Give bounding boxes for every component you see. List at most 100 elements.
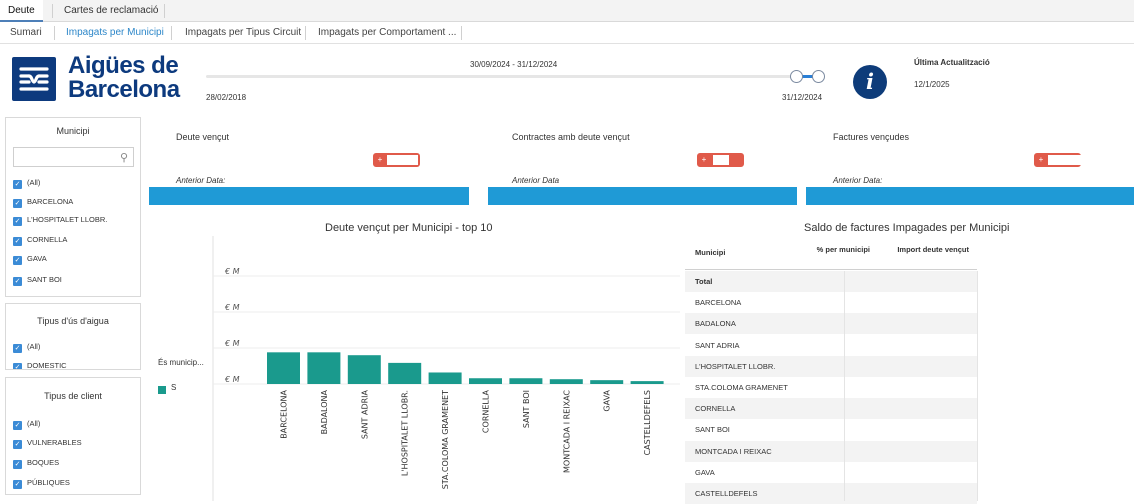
table-total-row[interactable]: Total — [685, 271, 977, 292]
x-tick-label: BARCELONA — [280, 389, 289, 438]
tab-divider — [171, 26, 172, 40]
bar[interactable] — [590, 380, 624, 384]
checkbox-checked-icon[interactable]: ✓ — [13, 199, 22, 208]
kpi-label-deute: Deute vençut — [176, 132, 230, 142]
checkbox-checked-icon[interactable]: ✓ — [13, 217, 22, 226]
info-icon[interactable]: i — [853, 65, 887, 99]
bar[interactable] — [509, 378, 543, 384]
x-tick-label: SANT ADRIA — [360, 389, 369, 439]
logo-line1: Aigües de — [68, 52, 179, 79]
checkbox-checked-icon[interactable]: ✓ — [13, 480, 22, 489]
filter-title: Tipus d'ús d'aigua — [37, 316, 109, 326]
bar[interactable] — [267, 352, 300, 384]
table-row[interactable]: STA.COLOMA GRAMENET — [685, 377, 977, 398]
x-tick-label: SANT BOI — [522, 390, 531, 428]
checkbox-checked-icon[interactable]: ✓ — [13, 277, 22, 286]
x-tick-label: STA.COLOMA GRAMENET — [441, 390, 450, 489]
bar[interactable] — [347, 355, 381, 384]
table-row[interactable]: SANT BOI — [685, 419, 977, 440]
filter-option[interactable]: ✓ VULNERABLES — [13, 436, 82, 450]
filter-panel-tipus-client: Tipus de client ✓ (All) ✓ VULNERABLES ✓ BOQ… — [5, 377, 141, 495]
tab-impagats-comportament[interactable]: Impagats per Comportament ... — [318, 22, 456, 44]
chart-title: Deute vençut per Municipi - top 10 — [325, 222, 493, 234]
table-row[interactable]: GAVA — [685, 462, 977, 483]
tab-cartes-reclamacio[interactable]: Cartes de reclamació — [56, 0, 166, 22]
x-tick-label: CASTELLDEFELS — [643, 390, 652, 455]
filter-option[interactable]: ✓ SANT BOI — [13, 273, 62, 287]
checkbox-checked-icon[interactable]: ✓ — [13, 256, 22, 265]
kpi-expand-button[interactable]: + — [1034, 153, 1081, 167]
bar[interactable] — [469, 378, 502, 384]
checkbox-checked-icon[interactable]: ✓ — [13, 237, 22, 246]
tab-sumari[interactable]: Sumari — [10, 22, 42, 44]
tab-deute[interactable]: Deute — [0, 0, 43, 22]
tab-impagats-tipus-circuit[interactable]: Impagats per Tipus Circuit — [185, 22, 301, 44]
filter-option[interactable]: ✓ BARCELONA — [13, 195, 73, 209]
kpi-expand-button[interactable]: + — [373, 153, 420, 167]
tab-divider — [54, 26, 55, 40]
tab-divider — [164, 4, 165, 18]
filter-panel-municipi: Municipi ⚲ ✓ (All) ✓ BARCELONA ✓ L'HOSPITAL… — [5, 117, 141, 297]
slider-end-handle[interactable] — [812, 70, 825, 83]
checkbox-checked-icon[interactable]: ✓ — [13, 460, 22, 469]
kpi-label-factures: Factures vençudes — [833, 132, 910, 142]
table-row[interactable]: BADALONA — [685, 313, 977, 335]
table-title: Saldo de factures Impagades per Municipi — [804, 222, 1010, 234]
table-row[interactable]: SANT ADRIA — [685, 335, 977, 356]
table-cell-municipi: STA.COLOMA GRAMENET — [695, 383, 788, 392]
bar[interactable] — [388, 362, 422, 384]
checkbox-checked-icon[interactable]: ✓ — [13, 180, 22, 189]
filter-option[interactable]: ✓ (All) — [13, 176, 40, 190]
slider-max-date: 31/12/2024 — [782, 93, 823, 102]
filter-option[interactable]: ✓ (All) — [13, 340, 40, 354]
filter-option[interactable]: ✓ (All) — [13, 417, 40, 431]
logo-text: Aigües de Barcelona — [68, 54, 180, 102]
table-row[interactable]: CORNELLA — [685, 398, 977, 420]
filter-title: Tipus de client — [44, 391, 102, 401]
table-cell-municipi: CORNELLA — [695, 404, 736, 414]
plus-icon: + — [701, 155, 707, 164]
last-update-value: 12/1/2025 — [914, 80, 950, 89]
top-tab-bar: Deute Cartes de reclamació — [0, 0, 1134, 22]
previous-date-label: Anterior Data: — [833, 176, 883, 185]
table-header-percent[interactable]: % per municipi — [816, 245, 870, 254]
previous-date-label: Anterior Data: — [176, 176, 226, 185]
bar[interactable] — [549, 379, 583, 384]
filter-option[interactable]: ✓ BOQUES — [13, 456, 59, 470]
y-tick-label: € M — [224, 375, 240, 384]
table-cell-municipi: Total — [695, 277, 713, 286]
previous-date-label: Anterior Data — [512, 176, 560, 185]
filter-option[interactable]: ✓ L'HOSPITALET LLOBR. — [13, 213, 107, 227]
sub-tab-bar: Sumari Impagats per Municipi Impagats pe… — [0, 22, 1134, 44]
kpi-bar-deute — [149, 187, 469, 205]
table-header-divider — [685, 269, 977, 270]
slider-start-handle[interactable] — [790, 70, 803, 83]
kpi-bar-contractes — [488, 187, 797, 205]
plus-icon: + — [1038, 155, 1044, 164]
checkbox-checked-icon[interactable]: ✓ — [13, 421, 22, 430]
filter-option[interactable]: ✓ DOMESTIC — [13, 359, 67, 369]
table-row[interactable]: BARCELONA — [685, 292, 977, 313]
search-input[interactable]: ⚲ — [13, 147, 134, 167]
kpi-bar-factures — [806, 187, 1134, 205]
checkbox-checked-icon[interactable]: ✓ — [13, 344, 22, 353]
table-row[interactable]: L'HOSPITALET LLOBR. — [685, 355, 977, 377]
filter-option[interactable]: ✓ PÚBLIQUES — [13, 476, 70, 490]
slider-min-date: 28/02/2018 — [206, 93, 247, 102]
bar[interactable] — [428, 372, 462, 384]
date-slider-track[interactable] — [206, 75, 820, 78]
checkbox-checked-icon[interactable]: ✓ — [13, 440, 22, 449]
tab-impagats-municipi[interactable]: Impagats per Municipi — [66, 22, 164, 44]
table-row[interactable]: MONTCADA I REIXAC — [685, 440, 977, 462]
table-cell-municipi: L'HOSPITALET LLOBR. — [695, 361, 776, 371]
bar[interactable] — [307, 352, 341, 384]
table-header-import[interactable]: Import deute vençut — [896, 245, 969, 254]
filter-option[interactable]: ✓ CORNELLA — [13, 233, 67, 247]
filter-option[interactable]: ✓ GAVA — [13, 252, 47, 266]
table-header-municipi[interactable]: Municipi — [695, 248, 725, 257]
legend-title: És municip... — [158, 358, 204, 367]
x-tick-label: CORNELLA — [482, 389, 491, 433]
bar[interactable] — [630, 381, 664, 384]
kpi-expand-button[interactable]: + — [697, 153, 744, 167]
checkbox-checked-icon[interactable]: ✓ — [13, 363, 22, 369]
